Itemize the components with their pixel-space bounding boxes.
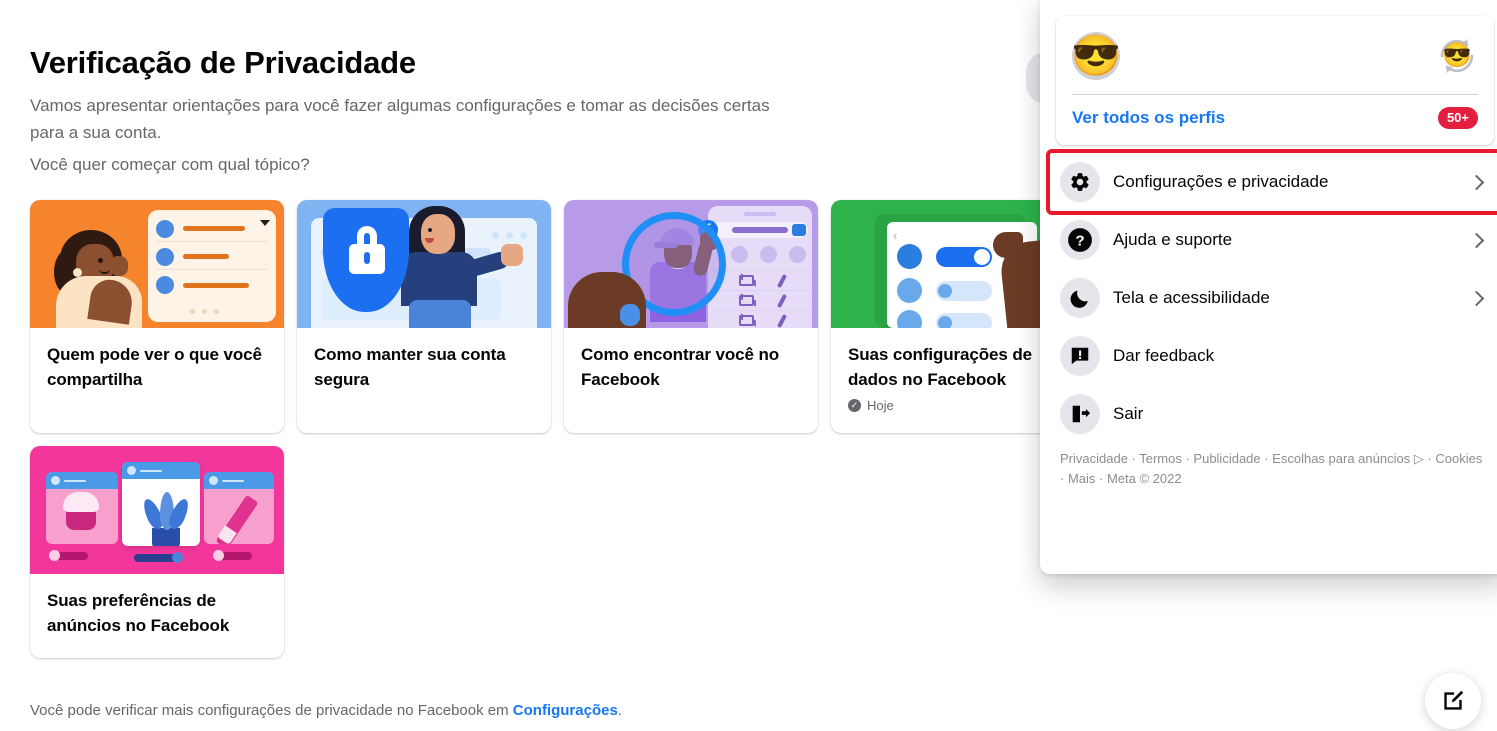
- feedback-icon: [1060, 336, 1100, 376]
- see-all-profiles-row[interactable]: Ver todos os perfis 50+: [1070, 95, 1480, 137]
- page-title: Verificação de Privacidade: [30, 45, 416, 80]
- page-subtitle-line1: Vamos apresentar orientações para você f…: [30, 92, 965, 146]
- menu-item-logout[interactable]: Sair: [1050, 385, 1497, 443]
- card-illustration-purple: f: [564, 200, 818, 328]
- chevron-right-icon: [1468, 232, 1485, 248]
- main-content: Verificação de Privacidade Vamos apresen…: [0, 0, 1085, 731]
- page-subtitle-text1: Vamos apresentar orientações para você f…: [30, 96, 770, 115]
- card-body: Como manter sua conta segura: [297, 328, 551, 433]
- profile-count-badge: 50+: [1437, 107, 1478, 129]
- gear-icon: [1060, 162, 1100, 202]
- account-dropdown-menu: 😎 😎 Ver todos os perfis 50+ Configuraçõe…: [1040, 0, 1497, 574]
- topic-card-grid: Quem pode ver o que você compartilha Com…: [30, 200, 1090, 658]
- menu-item-label: Configurações e privacidade: [1113, 172, 1329, 191]
- footnote-end: .: [617, 702, 622, 719]
- profile-card: 😎 😎 Ver todos os perfis 50+: [1056, 16, 1494, 145]
- page-footnote: Você pode verificar mais configurações d…: [30, 702, 622, 719]
- menu-item-give-feedback[interactable]: Dar feedback: [1050, 327, 1497, 385]
- card-illustration-orange: [30, 200, 284, 328]
- menu-item-label: Ajuda e suporte: [1113, 230, 1233, 249]
- card-illustration-blue: [297, 200, 551, 328]
- card-status: ✓ Hoje: [848, 398, 1068, 413]
- compose-button[interactable]: [1425, 673, 1481, 729]
- settings-panel-graphic: [148, 210, 276, 322]
- menu-item-label: Dar feedback: [1113, 346, 1215, 365]
- chevron-right-icon: [1468, 290, 1485, 306]
- avatar[interactable]: 😎: [1072, 32, 1120, 80]
- moon-icon: [1060, 278, 1100, 318]
- question-mark-icon: ?: [1060, 220, 1100, 260]
- card-illustration-pink: [30, 446, 284, 574]
- card-title: Suas preferências de anúncios no Faceboo…: [47, 591, 230, 635]
- topic-card-ad-preferences[interactable]: Suas preferências de anúncios no Faceboo…: [30, 446, 284, 658]
- page-question: Você quer começar com qual tópico?: [30, 155, 310, 174]
- check-circle-icon: ✓: [848, 399, 861, 412]
- menu-item-label: Tela e acessibilidade: [1113, 288, 1270, 307]
- menu-footer-links[interactable]: Privacidade · Termos · Publicidade · Esc…: [1048, 443, 1497, 489]
- illustration-person: [54, 228, 149, 328]
- logout-icon: [1060, 394, 1100, 434]
- compose-icon: [1444, 690, 1464, 710]
- card-body: Quem pode ver o que você compartilha: [30, 328, 284, 433]
- card-title: Como manter sua conta segura: [314, 345, 506, 389]
- profile-card-header: 😎 😎: [1070, 28, 1480, 94]
- settings-link[interactable]: Configurações: [513, 702, 618, 719]
- card-body: Como encontrar você no Facebook: [564, 328, 818, 433]
- card-status-label: Hoje: [867, 398, 894, 413]
- svg-text:?: ?: [1075, 233, 1084, 250]
- menu-item-label: Sair: [1113, 404, 1144, 423]
- topic-card-account-security[interactable]: Como manter sua conta segura: [297, 200, 551, 433]
- menu-item-help-support[interactable]: ? Ajuda e suporte: [1050, 211, 1497, 269]
- menu-item-display-accessibility[interactable]: Tela e acessibilidade: [1050, 269, 1497, 327]
- card-body: Suas preferências de anúncios no Faceboo…: [30, 574, 284, 658]
- page-subtitle-text2: para a sua conta.: [30, 123, 162, 142]
- footnote-text: Você pode verificar mais configurações d…: [30, 702, 513, 719]
- card-title: Quem pode ver o que você compartilha: [47, 345, 262, 389]
- card-title: Suas configurações de dados no Facebook: [848, 345, 1033, 389]
- menu-item-settings-privacy[interactable]: Configurações e privacidade: [1046, 149, 1497, 215]
- topic-card-who-can-see[interactable]: Quem pode ver o que você compartilha: [30, 200, 284, 433]
- see-all-profiles-label: Ver todos os perfis: [1072, 108, 1226, 127]
- card-title: Como encontrar você no Facebook: [581, 345, 780, 389]
- privacy-checkup-page: Verificação de Privacidade Vamos apresen…: [0, 0, 1497, 731]
- switch-profile-icon[interactable]: 😎: [1436, 35, 1478, 77]
- chevron-right-icon: [1468, 174, 1485, 190]
- mini-avatar: 😎: [1443, 42, 1471, 69]
- topic-card-how-to-find-you[interactable]: f Como encontrar você no Facebook: [564, 200, 818, 433]
